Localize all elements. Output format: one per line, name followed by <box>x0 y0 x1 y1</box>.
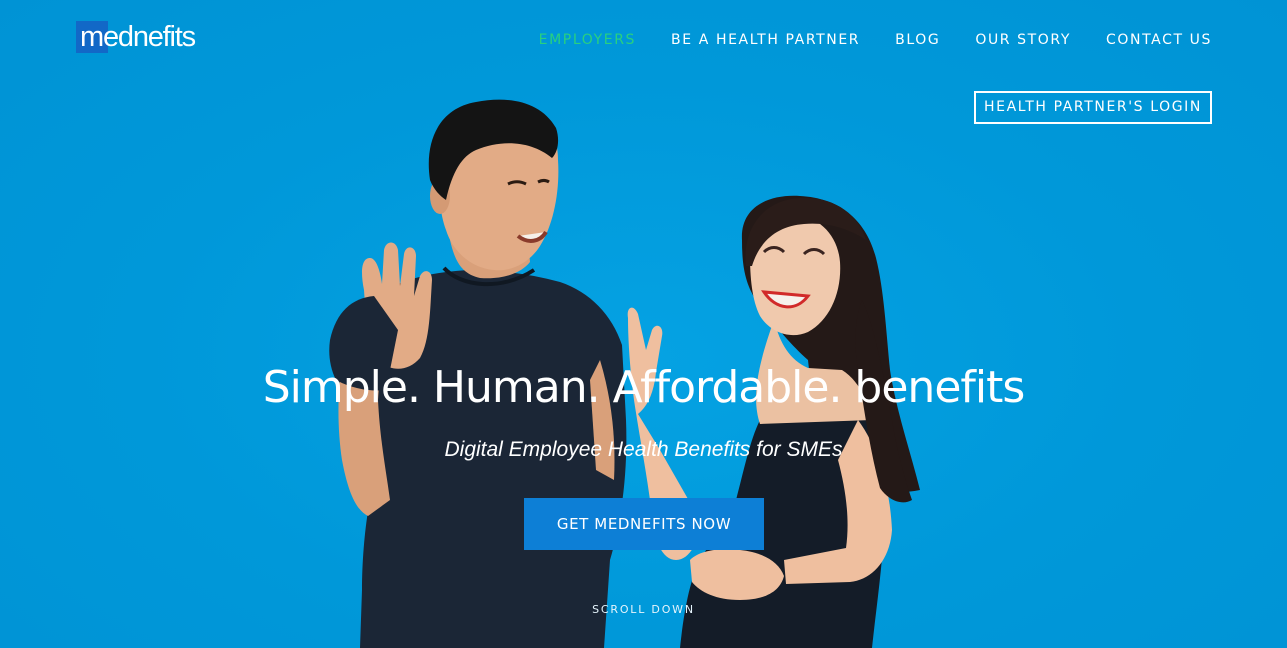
scroll-down-link[interactable]: SCROLL DOWN <box>0 603 1287 617</box>
hero-subtitle: Digital Employee Health Benefits for SME… <box>444 438 843 461</box>
main-nav: EMPLOYERS BE A HEALTH PARTNER BLOG OUR S… <box>539 31 1212 49</box>
health-partner-login-button[interactable]: HEALTH PARTNER'S LOGIN <box>974 91 1212 124</box>
nav-item-contact-us[interactable]: CONTACT US <box>1106 31 1212 49</box>
nav-item-our-story[interactable]: OUR STORY <box>975 31 1071 49</box>
get-mednefits-now-button[interactable]: GET MEDNEFITS NOW <box>524 498 764 550</box>
logo-wordmark: mednefits <box>80 21 196 53</box>
hero-title: Simple. Human. Affordable. benefits <box>262 362 1026 413</box>
nav-item-blog[interactable]: BLOG <box>895 31 940 49</box>
mednefits-logo[interactable]: mednefits <box>76 20 216 56</box>
nav-item-employers[interactable]: EMPLOYERS <box>539 31 636 49</box>
woman-figure <box>627 195 920 648</box>
hero-section: mednefits EMPLOYERS BE A HEALTH PARTNER … <box>0 0 1287 648</box>
nav-item-be-a-health-partner[interactable]: BE A HEALTH PARTNER <box>671 31 860 49</box>
